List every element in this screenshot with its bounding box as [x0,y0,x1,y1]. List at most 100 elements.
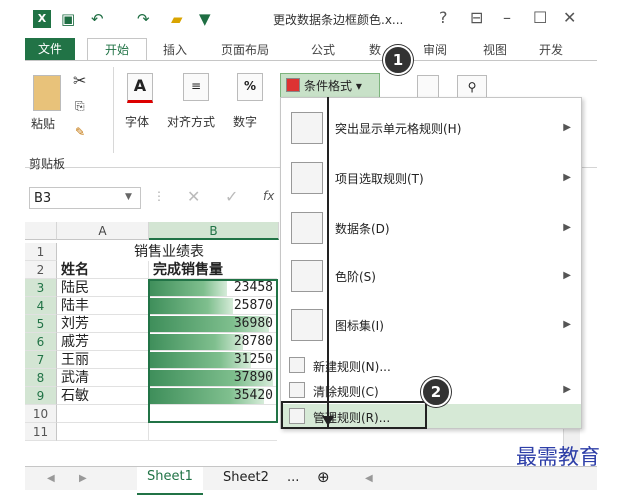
cell-name[interactable]: 戚芳 [57,333,149,351]
menu-item[interactable]: 项目选取规则(T) ▶ [281,156,581,202]
table-row: 8 武清 37890 [25,369,283,387]
undo-icon[interactable]: ↶ [91,10,104,28]
sheet-tab-sheet1[interactable]: Sheet1 [137,467,203,495]
tab-home[interactable]: 开始 [87,38,147,61]
cell-sales[interactable]: 25870 [149,297,277,315]
callout-arrow-line [327,97,329,427]
conditional-format-button[interactable]: 条件格式 ▾ [280,73,380,99]
row-number[interactable]: 3 [25,279,57,297]
menu-item[interactable]: 突出显示单元格规则(H) ▶ [281,106,581,152]
header-cell-sales[interactable]: 完成销售量 [149,261,277,279]
tab-view[interactable]: 视图 [483,41,507,58]
row-number[interactable]: 1 [25,243,57,261]
col-header-a[interactable]: A [57,222,149,240]
enter-icon[interactable]: ✓ [225,187,238,206]
cell-sales[interactable] [149,423,277,441]
customize-qa-icon[interactable]: ▼ [199,10,211,28]
menu-item[interactable]: 数据条(D) ▶ [281,206,581,250]
redo-icon[interactable]: ↷ [137,10,150,28]
tab-developer[interactable]: 开发 [539,41,563,58]
cancel-icon[interactable]: ✕ [187,187,200,206]
paste-label[interactable]: 粘贴 [31,115,55,132]
tab-formulas[interactable]: 公式 [311,41,335,58]
cell-sales-value: 35420 [233,388,273,403]
table-row: 4 陆丰 25870 [25,297,283,315]
menu-item-label: 数据条(D) [335,222,390,236]
select-all-corner[interactable] [25,222,57,240]
cell-sales[interactable]: 28780 [149,333,277,351]
alignment-label[interactable]: 对齐方式 [167,113,215,130]
insert-function-icon[interactable]: fx [263,189,274,203]
name-box-dropdown-icon[interactable]: ▼ [125,192,132,202]
scroll-right-icon[interactable]: ▶ [79,473,87,484]
open-folder-icon[interactable]: ▰ [171,10,183,28]
conditional-format-icon [286,78,300,92]
scroll-left-icon[interactable]: ◀ [47,473,55,484]
save-icon[interactable]: ▣ [61,10,75,28]
copy-icon[interactable]: ⎘ [75,99,85,114]
cell-sales-value: 23458 [233,280,273,295]
cell-sales[interactable]: 23458 [149,279,277,297]
alignment-icon[interactable]: ≡ [183,73,209,101]
data-bar [149,298,234,314]
maximize-button[interactable]: ☐ [533,8,547,27]
cut-icon[interactable]: ✂ [73,71,86,90]
cell-name[interactable] [57,423,149,441]
cell-name[interactable]: 王丽 [57,351,149,369]
ribbon-display-button[interactable]: ⊟ [470,8,483,27]
sheet-tab-sheet2[interactable]: Sheet2 [223,470,269,485]
window-title: 更改数据条边框颜色.x... [273,13,404,27]
cell-name[interactable]: 刘芳 [57,315,149,333]
font-icon[interactable]: A [127,73,153,103]
top-bottom-rules-icon [291,162,323,194]
close-button[interactable]: ✕ [563,8,576,27]
tab-review[interactable]: 审阅 [423,41,447,58]
col-header-b[interactable]: B [149,222,279,240]
row-number[interactable]: 2 [25,261,57,279]
row-number[interactable]: 10 [25,405,57,423]
menu-item[interactable]: 图标集(I) ▶ [281,303,581,347]
row-number[interactable]: 6 [25,333,57,351]
cell-name[interactable] [57,405,149,423]
table-title-cell[interactable]: 销售业绩表 [57,243,277,261]
cell-sales[interactable]: 37890 [149,369,277,387]
menu-item-label: 突出显示单元格规则(H) [335,122,462,136]
tab-insert[interactable]: 插入 [163,41,187,58]
row-number[interactable]: 8 [25,369,57,387]
hscroll-left-icon[interactable]: ◀ [365,473,373,484]
cell-sales[interactable] [149,405,277,423]
row-number[interactable]: 5 [25,315,57,333]
cell-name[interactable]: 石敏 [57,387,149,405]
cell-sales[interactable]: 31250 [149,351,277,369]
cell-name[interactable]: 武清 [57,369,149,387]
cell-name[interactable]: 陆丰 [57,297,149,315]
cell-sales-value: 31250 [233,352,273,367]
row-number[interactable]: 9 [25,387,57,405]
tab-page-layout[interactable]: 页面布局 [221,41,269,58]
number-icon[interactable]: % [237,73,263,101]
table-row: 3 陆民 23458 [25,279,283,297]
data-bar [149,280,228,296]
format-painter-icon[interactable]: ✎ [75,125,85,139]
cell-sales[interactable]: 35420 [149,387,277,405]
new-sheet-icon[interactable]: ⊕ [317,468,330,486]
tab-data[interactable]: 数 [369,41,381,58]
font-label[interactable]: 字体 [125,113,149,130]
cell-sales[interactable]: 36980 [149,315,277,333]
paste-icon[interactable] [33,75,61,111]
minimize-button[interactable]: – [503,8,511,27]
menu-item[interactable]: 色阶(S) ▶ [281,254,581,298]
row-number[interactable]: 11 [25,423,57,441]
sheet-tab-more[interactable]: ... [287,470,299,485]
menu-item-label: 新建规则(N)... [313,360,391,374]
header-cell-name[interactable]: 姓名 [57,261,149,279]
row-number[interactable]: 7 [25,351,57,369]
number-label[interactable]: 数字 [233,113,257,130]
cell-name[interactable]: 陆民 [57,279,149,297]
tab-file[interactable]: 文件 [25,38,75,60]
menu-item[interactable]: 新建规则(N)... [281,353,581,377]
row-number[interactable]: 4 [25,297,57,315]
submenu-arrow-icon: ▶ [563,319,571,330]
help-button[interactable]: ? [439,8,448,27]
new-rule-icon [289,357,305,373]
